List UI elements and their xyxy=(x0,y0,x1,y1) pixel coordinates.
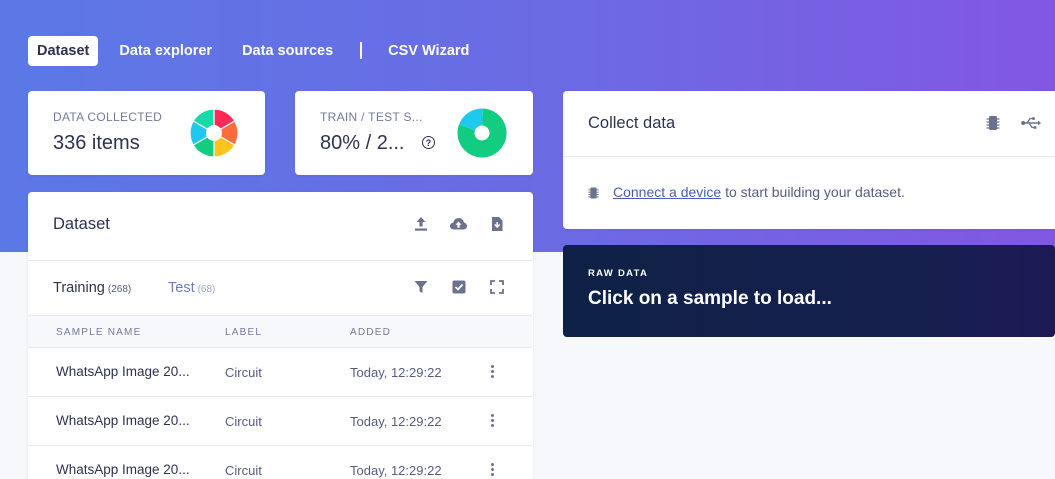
sample-name: WhatsApp Image 20... xyxy=(56,413,190,428)
usb-icon[interactable] xyxy=(1021,116,1041,130)
export-icon[interactable] xyxy=(489,216,505,232)
tab-data-sources[interactable]: Data sources xyxy=(233,36,342,66)
select-checkbox-icon[interactable] xyxy=(452,280,466,294)
dataset-card: Dataset Training (268) Test (68) SAMPLE NA… xyxy=(28,192,533,479)
train-test-split-card: TRAIN / TEST S... 80% / 2... ? xyxy=(295,91,533,175)
more-options-icon[interactable] xyxy=(490,463,494,477)
column-added[interactable]: ADDED xyxy=(350,327,391,338)
tab-test-label: Test xyxy=(168,280,195,296)
tab-dataset[interactable]: Dataset xyxy=(28,35,99,66)
filter-icon[interactable] xyxy=(414,280,428,294)
collect-data-message: Connect a device to start building your … xyxy=(588,184,905,200)
table-row[interactable]: WhatsApp Image 20... Circuit Today, 12:2… xyxy=(28,446,532,479)
sample-added: Today, 12:29:22 xyxy=(350,463,442,478)
collect-data-card: Collect data Connect a device to start b… xyxy=(563,91,1055,229)
device-chip-icon[interactable] xyxy=(986,115,1000,131)
train-test-split-label: TRAIN / TEST S... xyxy=(320,110,423,124)
tab-test[interactable]: Test (68) xyxy=(168,280,215,296)
raw-data-panel: RAW DATA Click on a sample to load... xyxy=(563,245,1055,337)
split-donut-icon xyxy=(457,108,507,158)
sample-name: WhatsApp Image 20... xyxy=(56,364,190,379)
table-header: SAMPLE NAME LABEL ADDED xyxy=(28,315,532,348)
device-chip-icon xyxy=(588,187,599,199)
sample-label: Circuit xyxy=(225,414,262,429)
raw-data-label: RAW DATA xyxy=(588,268,649,279)
column-label[interactable]: LABEL xyxy=(225,327,262,338)
dataset-title: Dataset xyxy=(53,215,110,233)
upload-icon[interactable] xyxy=(413,216,429,232)
data-collected-card: DATA COLLECTED 336 items xyxy=(28,91,265,175)
top-nav: Dataset Data explorer Data sources CSV W… xyxy=(28,35,490,66)
expand-icon[interactable] xyxy=(490,280,504,294)
sample-name: WhatsApp Image 20... xyxy=(56,462,190,477)
tab-training-count: (268) xyxy=(107,284,132,295)
label-distribution-pie-icon xyxy=(189,108,239,158)
table-row[interactable]: WhatsApp Image 20... Circuit Today, 12:2… xyxy=(28,397,532,446)
collect-data-header: Collect data xyxy=(563,91,1055,157)
tab-data-explorer[interactable]: Data explorer xyxy=(110,36,221,66)
cloud-upload-icon[interactable] xyxy=(449,216,468,232)
data-collected-label: DATA COLLECTED xyxy=(53,110,163,124)
sample-label: Circuit xyxy=(225,463,262,478)
more-options-icon[interactable] xyxy=(490,414,494,428)
tab-csv-wizard[interactable]: CSV Wizard xyxy=(379,36,478,66)
collect-data-title: Collect data xyxy=(588,114,676,132)
column-sample-name[interactable]: SAMPLE NAME xyxy=(56,327,141,338)
nav-divider xyxy=(360,42,363,59)
raw-data-title: Click on a sample to load... xyxy=(588,288,832,309)
connect-device-link[interactable]: Connect a device xyxy=(613,184,721,200)
sample-added: Today, 12:29:22 xyxy=(350,414,442,429)
tab-training-label: Training xyxy=(53,280,105,296)
dataset-tabs: Training (268) Test (68) xyxy=(28,260,532,315)
tab-test-count: (68) xyxy=(197,284,216,295)
sample-label: Circuit xyxy=(225,365,262,380)
help-icon[interactable]: ? xyxy=(422,136,435,149)
sample-added: Today, 12:29:22 xyxy=(350,365,442,380)
collect-data-text: to start building your dataset. xyxy=(721,184,905,200)
train-test-split-value: 80% / 2... xyxy=(320,132,405,154)
table-row[interactable]: WhatsApp Image 20... Circuit Today, 12:2… xyxy=(28,348,532,397)
data-collected-value: 336 items xyxy=(53,132,140,154)
tab-training[interactable]: Training (268) xyxy=(53,280,131,296)
more-options-icon[interactable] xyxy=(490,365,494,379)
